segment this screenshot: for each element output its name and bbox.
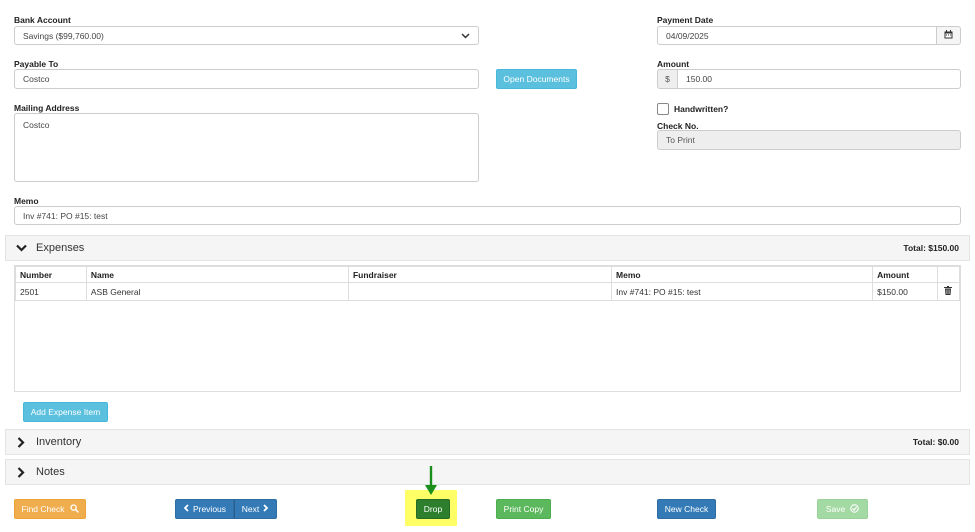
print-copy-button[interactable]: Print Copy xyxy=(496,499,551,519)
chevron-down-icon xyxy=(461,31,470,41)
cell-amount: $150.00 xyxy=(872,282,938,301)
previous-button[interactable]: Previous xyxy=(175,499,234,519)
save-button[interactable]: Save xyxy=(817,499,868,519)
expenses-table: Number Name Fundraiser Memo Amount 2501 … xyxy=(15,266,961,301)
chevron-left-icon xyxy=(183,504,189,514)
trash-icon xyxy=(944,286,953,297)
payment-date-label: Payment Date xyxy=(657,15,714,25)
expenses-title: Expenses xyxy=(36,242,85,254)
expenses-table-container: Number Name Fundraiser Memo Amount 2501 … xyxy=(14,265,961,392)
check-circle-icon xyxy=(850,503,859,515)
bank-account-label: Bank Account xyxy=(14,15,71,25)
inventory-panel-header[interactable]: Inventory Total: $0.00 xyxy=(5,429,970,455)
column-header-memo: Memo xyxy=(611,266,874,283)
previous-label: Previous xyxy=(192,504,227,514)
payment-date-value: 04/09/2025 xyxy=(666,30,709,41)
chevron-down-icon xyxy=(14,241,28,255)
amount-value: 150.00 xyxy=(686,74,712,84)
table-header-row: Number Name Fundraiser Memo Amount xyxy=(15,266,961,283)
column-header-amount: Amount xyxy=(872,266,938,283)
column-header-number: Number xyxy=(15,266,87,283)
search-icon xyxy=(69,503,79,515)
bank-account-select[interactable]: Savings ($99,760.00) xyxy=(14,26,479,45)
memo-label: Memo xyxy=(14,196,39,206)
mailing-address-label: Mailing Address xyxy=(14,103,80,113)
notes-panel-header[interactable]: Notes xyxy=(5,459,970,485)
arrow-down-icon xyxy=(424,466,438,496)
bank-account-value: Savings ($99,760.00) xyxy=(23,30,104,41)
inventory-title: Inventory xyxy=(36,436,82,448)
calendar-button[interactable] xyxy=(936,26,961,45)
open-documents-button[interactable]: Open Documents xyxy=(496,69,577,89)
amount-prefix: $ xyxy=(657,69,678,89)
table-row[interactable]: 2501 ASB General Inv #741: PO #15: test … xyxy=(15,282,961,301)
column-header-fundraiser: Fundraiser xyxy=(347,266,613,283)
handwritten-label: Handwritten? xyxy=(674,104,729,114)
find-check-button[interactable]: Find Check xyxy=(14,499,86,519)
chevron-right-icon xyxy=(14,435,28,449)
expenses-panel-header[interactable]: Expenses Total: $150.00 xyxy=(5,235,970,261)
save-label: Save xyxy=(825,504,846,514)
next-button[interactable]: Next xyxy=(234,499,277,519)
cell-number: 2501 xyxy=(15,282,87,301)
find-check-label: Find Check xyxy=(21,504,65,514)
next-label: Next xyxy=(241,504,260,514)
calendar-icon xyxy=(944,30,953,41)
cell-name: ASB General xyxy=(85,282,349,301)
amount-label: Amount xyxy=(657,59,690,69)
drop-button[interactable]: Drop xyxy=(416,499,450,519)
payable-to-label: Payable To xyxy=(14,59,59,69)
handwritten-checkbox[interactable] xyxy=(657,103,669,115)
check-no-value: To Print xyxy=(666,135,695,145)
payable-to-input[interactable]: Costco xyxy=(14,69,479,89)
expenses-total: Total: $150.00 xyxy=(903,243,959,253)
notes-title: Notes xyxy=(36,466,65,478)
chevron-right-icon xyxy=(14,465,28,479)
cell-memo: Inv #741: PO #15: test xyxy=(611,282,874,301)
memo-input[interactable]: Inv #741: PO #15: test xyxy=(14,206,961,225)
mailing-address-textarea[interactable]: Costco xyxy=(14,113,479,182)
payment-date-input[interactable]: 04/09/2025 xyxy=(657,26,937,45)
payable-to-value: Costco xyxy=(23,74,50,84)
column-header-name: Name xyxy=(85,266,349,283)
column-header-actions xyxy=(936,266,961,283)
memo-value: Inv #741: PO #15: test xyxy=(23,210,108,221)
inventory-total: Total: $0.00 xyxy=(912,437,959,447)
new-check-button[interactable]: New Check xyxy=(657,499,716,519)
check-no-input: To Print xyxy=(657,130,961,150)
mailing-address-value: Costco xyxy=(23,120,50,130)
cell-fundraiser xyxy=(347,282,613,301)
delete-row-button[interactable] xyxy=(936,282,961,301)
add-expense-item-button[interactable]: Add Expense Item xyxy=(23,402,108,422)
amount-input[interactable]: 150.00 xyxy=(677,69,961,89)
chevron-right-icon xyxy=(263,504,269,514)
